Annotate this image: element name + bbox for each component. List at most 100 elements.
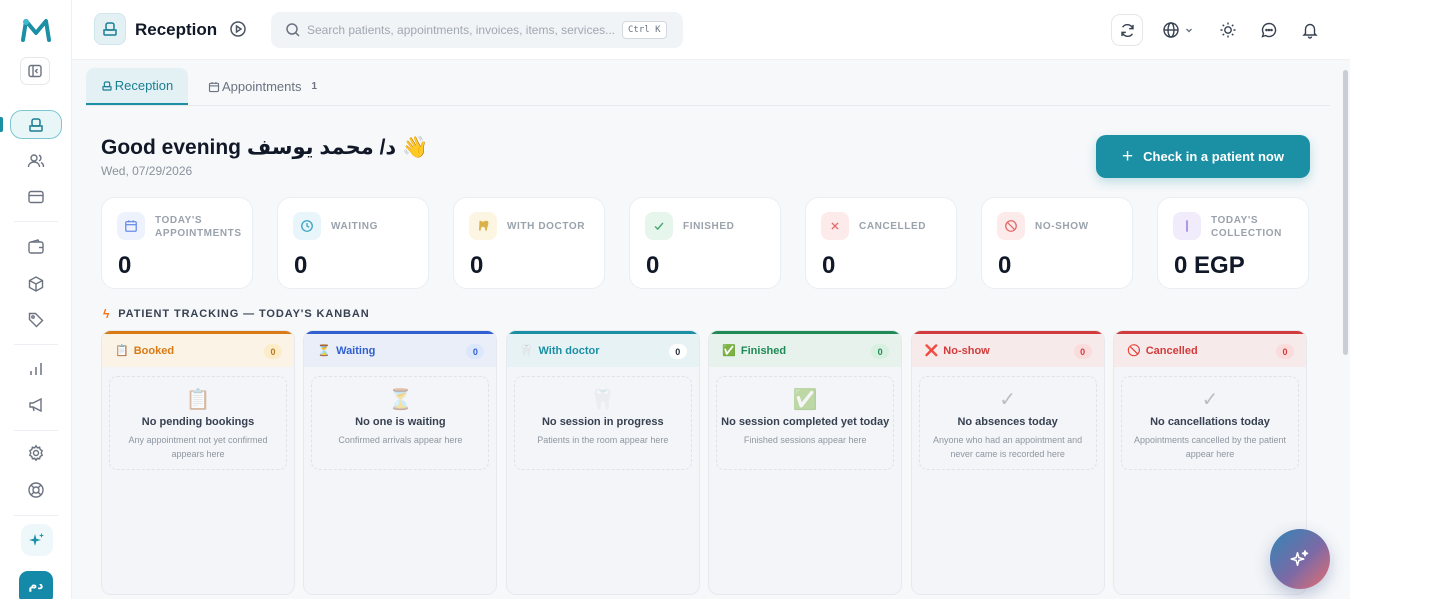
empty-state-title: No session in progress xyxy=(541,416,664,428)
ai-assistant-fab[interactable] xyxy=(1270,529,1330,589)
empty-state-description: Anyone who had an appointment and never … xyxy=(933,435,1083,459)
calendar-icon xyxy=(117,212,145,240)
empty-state: ✓ No cancellations today Appointments canc… xyxy=(1121,376,1299,470)
tab-reception[interactable]: Reception xyxy=(86,68,188,105)
sidebar-ai-button[interactable] xyxy=(21,524,53,556)
column-count-badge: 0 xyxy=(668,344,687,359)
sidebar-item-support[interactable] xyxy=(20,476,52,504)
empty-state: ⏳ No one is waiting Confirmed arrivals app… xyxy=(311,376,490,470)
global-search[interactable]: Search patients, appointments, invoices,… xyxy=(271,12,683,48)
chat-icon xyxy=(1261,22,1277,38)
sidebar-item-services[interactable] xyxy=(20,306,52,334)
empty-state-description: Patients in the room appear here xyxy=(537,435,669,445)
plus-icon: + xyxy=(1122,146,1134,167)
empty-state-description: Finished sessions appear here xyxy=(743,435,867,445)
main-content: Reception Appointments 1 Good evening د/… xyxy=(72,60,1342,599)
tab-label: Appointments xyxy=(222,79,302,94)
stat-value: 0 xyxy=(822,252,836,279)
messages-button[interactable] xyxy=(1253,14,1285,46)
scrollbar[interactable] xyxy=(1342,60,1350,599)
bolt-icon: ϟ xyxy=(103,307,111,321)
sidebar-separator xyxy=(14,221,58,222)
column-icon: ✅ xyxy=(722,345,736,357)
current-date: Wed, 07/29/2026 xyxy=(101,164,193,178)
scrollbar-thumb[interactable] xyxy=(1343,70,1348,355)
kanban-column-header[interactable]: ❌ No-show 0 xyxy=(911,331,1104,367)
reception-icon xyxy=(102,80,112,91)
column-icon: ❌ xyxy=(924,345,939,357)
empty-state: 📋 No pending bookings Any appointment not … xyxy=(109,376,287,470)
kanban-column-header[interactable]: 🦷 With doctor 0 xyxy=(506,331,699,367)
stat-card[interactable]: TODAY'S COLLECTION 0 EGP xyxy=(1157,197,1309,289)
column-icon: 📋 xyxy=(115,345,129,357)
empty-state-icon: ✓ xyxy=(1201,389,1219,411)
empty-state-description: Confirmed arrivals appear here xyxy=(338,435,463,445)
check-in-patient-button[interactable]: + Check in a patient now xyxy=(1096,135,1310,178)
empty-state: ✓ No absences today Anyone who had an appo… xyxy=(918,376,1097,470)
sidebar-item-marketing[interactable] xyxy=(20,391,52,419)
tab-bar: Reception Appointments 1 xyxy=(86,68,1330,106)
kanban-column-header[interactable]: ✅ Finished 0 xyxy=(709,331,902,367)
language-switcher[interactable] xyxy=(1156,14,1200,46)
chevron-down-icon xyxy=(1186,28,1192,33)
stat-card[interactable]: TODAY'S APPOINTMENTS 0 xyxy=(101,197,253,289)
stat-value: 0 xyxy=(646,252,660,279)
reception-icon xyxy=(29,117,43,132)
empty-state-title: No one is waiting xyxy=(355,416,446,428)
theme-toggle-button[interactable] xyxy=(1212,14,1244,46)
settings-icon xyxy=(28,444,44,462)
sidebar-item-patients[interactable] xyxy=(20,147,52,175)
column-count-badge: 0 xyxy=(466,344,485,359)
refresh-button[interactable] xyxy=(1111,14,1143,46)
check-icon xyxy=(645,212,673,240)
calendar-icon xyxy=(208,81,220,92)
search-input[interactable]: Search patients, appointments, invoices,… xyxy=(307,23,615,37)
empty-state-description: Any appointment not yet confirmed appear… xyxy=(128,435,268,459)
stat-card[interactable]: FINISHED 0 xyxy=(629,197,781,289)
empty-state-description: Appointments cancelled by the patient ap… xyxy=(1133,435,1287,459)
notifications-button[interactable] xyxy=(1294,14,1326,46)
wallet-icon xyxy=(28,239,44,254)
kanban-column: ⏳ Waiting 0 ⏳ No one is waiting Confirmed arr… xyxy=(303,330,498,595)
kanban-column-header[interactable]: 📋 Booked 0 xyxy=(102,331,294,367)
sidebar-item-billing[interactable] xyxy=(20,183,52,211)
logo-icon[interactable] xyxy=(20,16,52,44)
greeting-title: Good evening د/ محمد يوسف 👋 xyxy=(101,136,429,159)
kanban-column: 🦷 With doctor 0 🦷 No session in progress Pati… xyxy=(505,330,700,595)
tab-appointments[interactable]: Appointments 1 xyxy=(208,68,317,105)
empty-state-icon: ⏳ xyxy=(387,389,413,411)
sidebar-item-settings[interactable] xyxy=(20,439,52,467)
tour-play-button[interactable] xyxy=(229,20,247,38)
sidebar-item-inventory[interactable] xyxy=(20,270,52,298)
tab-label: Reception xyxy=(114,78,174,93)
topbar: Reception Search patients, appointments,… xyxy=(72,0,1350,60)
ban-icon xyxy=(997,212,1025,240)
patients-icon xyxy=(27,154,45,168)
sidebar: دم xyxy=(0,0,72,599)
kanban-column-header[interactable]: ⏳ Waiting 0 xyxy=(304,331,497,367)
megaphone-icon xyxy=(29,397,42,413)
sidebar-separator xyxy=(14,515,58,516)
stat-card[interactable]: WAITING 0 xyxy=(277,197,429,289)
kanban-column-header[interactable]: 🚫 Cancelled 0 xyxy=(1114,331,1306,367)
stat-card[interactable]: CANCELLED 0 xyxy=(805,197,957,289)
globe-icon xyxy=(1163,22,1179,38)
page-margin xyxy=(1350,0,1440,599)
support-icon xyxy=(28,482,44,498)
stat-label: WITH DOCTOR xyxy=(507,221,586,232)
kanban-column: ✅ Finished 0 ✅ No session completed yet toda… xyxy=(708,330,903,595)
empty-state-title: No pending bookings xyxy=(141,416,255,428)
stat-card[interactable]: NO-SHOW 0 xyxy=(981,197,1133,289)
sparkle-icon xyxy=(1290,550,1309,566)
x-icon xyxy=(821,212,849,240)
column-count-badge: 0 xyxy=(264,344,282,359)
sidebar-collapse-button[interactable] xyxy=(20,57,50,85)
clock-icon xyxy=(293,212,321,240)
sidebar-item-wallet[interactable] xyxy=(20,233,52,261)
sidebar-item-reception[interactable] xyxy=(10,110,62,139)
column-count-badge: 0 xyxy=(1276,344,1294,359)
sidebar-item-reports[interactable] xyxy=(20,355,52,383)
user-avatar[interactable]: دم xyxy=(19,571,53,599)
tab-count-badge: 1 xyxy=(311,81,318,92)
stat-card[interactable]: WITH DOCTOR 0 xyxy=(453,197,605,289)
